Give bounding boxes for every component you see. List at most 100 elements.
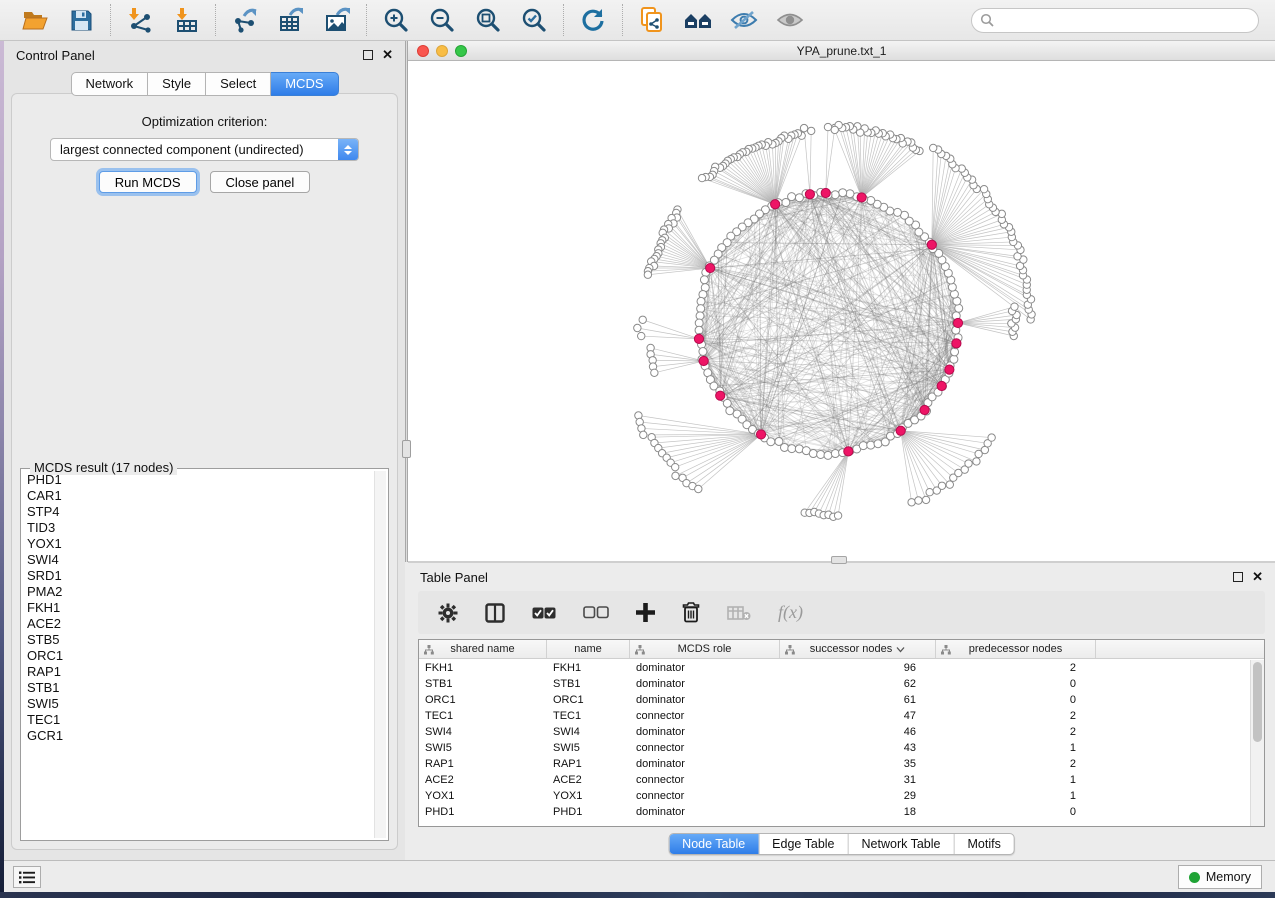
graph-leaf-node[interactable] — [973, 458, 980, 465]
mcds-hub-node[interactable] — [952, 339, 961, 348]
zoom-out-button[interactable] — [427, 5, 457, 35]
table-cell[interactable]: 35 — [780, 758, 936, 770]
table-cell[interactable]: TEC1 — [547, 710, 630, 722]
graph-leaf-node[interactable] — [639, 316, 646, 323]
window-maximize-icon[interactable] — [455, 45, 467, 57]
mcds-hub-node[interactable] — [706, 263, 715, 272]
graph-node[interactable] — [699, 348, 707, 356]
window-close-icon[interactable] — [417, 45, 429, 57]
table-cell[interactable]: ORC1 — [547, 694, 630, 706]
criterion-dropdown[interactable]: largest connected component (undirected) — [50, 138, 359, 161]
graph-leaf-node[interactable] — [926, 488, 933, 495]
table-cell[interactable]: 47 — [780, 710, 936, 722]
mcds-list-item[interactable]: RAP1 — [23, 664, 373, 680]
import-network-button[interactable] — [125, 5, 155, 35]
mcds-list-item[interactable]: CAR1 — [23, 488, 373, 504]
table-cell[interactable]: 2 — [936, 662, 1096, 674]
table-row[interactable]: ACE2ACE2connector311 — [419, 772, 1249, 788]
column-header-mcds-role[interactable]: MCDS role — [630, 640, 780, 658]
table-row[interactable]: STB1STB1dominator620 — [419, 676, 1249, 692]
graph-node[interactable] — [831, 450, 839, 458]
show-column-panel-button[interactable] — [485, 603, 505, 623]
mcds-hub-node[interactable] — [756, 430, 765, 439]
mcds-hub-node[interactable] — [771, 200, 780, 209]
table-cell[interactable]: PHD1 — [419, 806, 547, 818]
graph-leaf-node[interactable] — [915, 497, 922, 504]
close-panel-icon[interactable]: ✕ — [382, 50, 393, 60]
table-cell[interactable]: 1 — [936, 742, 1096, 754]
graph-node[interactable] — [817, 450, 825, 458]
table-cell[interactable]: connector — [630, 790, 780, 802]
deselect-all-columns-button[interactable] — [583, 606, 609, 619]
mcds-list-item[interactable]: STP4 — [23, 504, 373, 520]
table-cell[interactable]: 29 — [780, 790, 936, 802]
table-row[interactable]: FKH1FKH1dominator962 — [419, 660, 1249, 676]
mcds-list-item[interactable]: PMA2 — [23, 584, 373, 600]
mcds-list-item[interactable]: SWI5 — [23, 696, 373, 712]
table-cell[interactable]: dominator — [630, 758, 780, 770]
table-row[interactable]: YOX1YOX1connector291 — [419, 788, 1249, 804]
table-cell[interactable]: RAP1 — [419, 758, 547, 770]
graph-leaf-node[interactable] — [695, 485, 702, 492]
window-minimize-icon[interactable] — [436, 45, 448, 57]
graph-node[interactable] — [788, 445, 796, 453]
mcds-list-item[interactable]: PHD1 — [23, 472, 373, 488]
graph-node[interactable] — [950, 355, 958, 363]
float-panel-icon[interactable] — [363, 50, 373, 60]
graph-node[interactable] — [780, 443, 788, 451]
open-file-button[interactable] — [20, 5, 50, 35]
export-table-button[interactable] — [276, 5, 306, 35]
run-mcds-button[interactable]: Run MCDS — [99, 171, 197, 193]
table-row[interactable]: ORC1ORC1dominator610 — [419, 692, 1249, 708]
table-scrollbar-thumb[interactable] — [1253, 662, 1262, 742]
table-cell[interactable]: 2 — [936, 726, 1096, 738]
table-cell[interactable]: ACE2 — [419, 774, 547, 786]
table-cell[interactable]: 18 — [780, 806, 936, 818]
mcds-list-item[interactable]: ORC1 — [23, 648, 373, 664]
table-cell[interactable]: dominator — [630, 678, 780, 690]
table-cell[interactable]: SWI4 — [547, 726, 630, 738]
mcds-hub-node[interactable] — [945, 365, 954, 374]
graph-node[interactable] — [839, 189, 847, 197]
table-cell[interactable]: 1 — [936, 774, 1096, 786]
select-all-columns-button[interactable] — [532, 607, 556, 619]
mcds-result-list[interactable]: PHD1CAR1STP4TID3YOX1SWI4SRD1PMA2FKH1ACE2… — [23, 472, 373, 838]
mcds-hub-node[interactable] — [821, 188, 830, 197]
tab-node-table[interactable]: Node Table — [669, 834, 759, 854]
memory-button[interactable]: Memory — [1178, 865, 1262, 889]
table-cell[interactable]: ORC1 — [419, 694, 547, 706]
mcds-hub-node[interactable] — [805, 190, 814, 199]
graph-leaf-node[interactable] — [980, 185, 987, 192]
table-cell[interactable]: SWI5 — [547, 742, 630, 754]
table-cell[interactable]: STB1 — [419, 678, 547, 690]
graph-node[interactable] — [695, 326, 703, 334]
graph-node[interactable] — [867, 441, 875, 449]
table-cell[interactable]: YOX1 — [547, 790, 630, 802]
search-input[interactable] — [1000, 12, 1250, 28]
graph-node[interactable] — [723, 399, 731, 407]
table-cell[interactable]: 43 — [780, 742, 936, 754]
tab-network[interactable]: Network — [70, 72, 148, 96]
close-table-panel-icon[interactable]: ✕ — [1252, 572, 1263, 582]
create-column-button[interactable] — [636, 603, 655, 622]
table-cell[interactable]: SWI5 — [419, 742, 547, 754]
export-image-button[interactable] — [322, 5, 352, 35]
table-cell[interactable]: 46 — [780, 726, 936, 738]
table-cell[interactable]: dominator — [630, 694, 780, 706]
mcds-hub-node[interactable] — [927, 240, 936, 249]
mcds-list-item[interactable]: ACE2 — [23, 616, 373, 632]
graph-leaf-node[interactable] — [988, 434, 995, 441]
clone-network-button[interactable] — [637, 5, 667, 35]
table-cell[interactable]: SWI4 — [419, 726, 547, 738]
table-row[interactable]: SWI5SWI5connector431 — [419, 740, 1249, 756]
mcds-hub-node[interactable] — [920, 405, 929, 414]
table-cell[interactable]: connector — [630, 774, 780, 786]
table-cell[interactable]: STB1 — [547, 678, 630, 690]
table-cell[interactable]: YOX1 — [419, 790, 547, 802]
table-row[interactable]: PHD1PHD1dominator180 — [419, 804, 1249, 820]
graph-node[interactable] — [809, 450, 817, 458]
mcds-list-item[interactable]: SRD1 — [23, 568, 373, 584]
column-header-name[interactable]: name — [547, 640, 630, 658]
graph-leaf-node[interactable] — [946, 481, 953, 488]
mcds-list-item[interactable]: SWI4 — [23, 552, 373, 568]
